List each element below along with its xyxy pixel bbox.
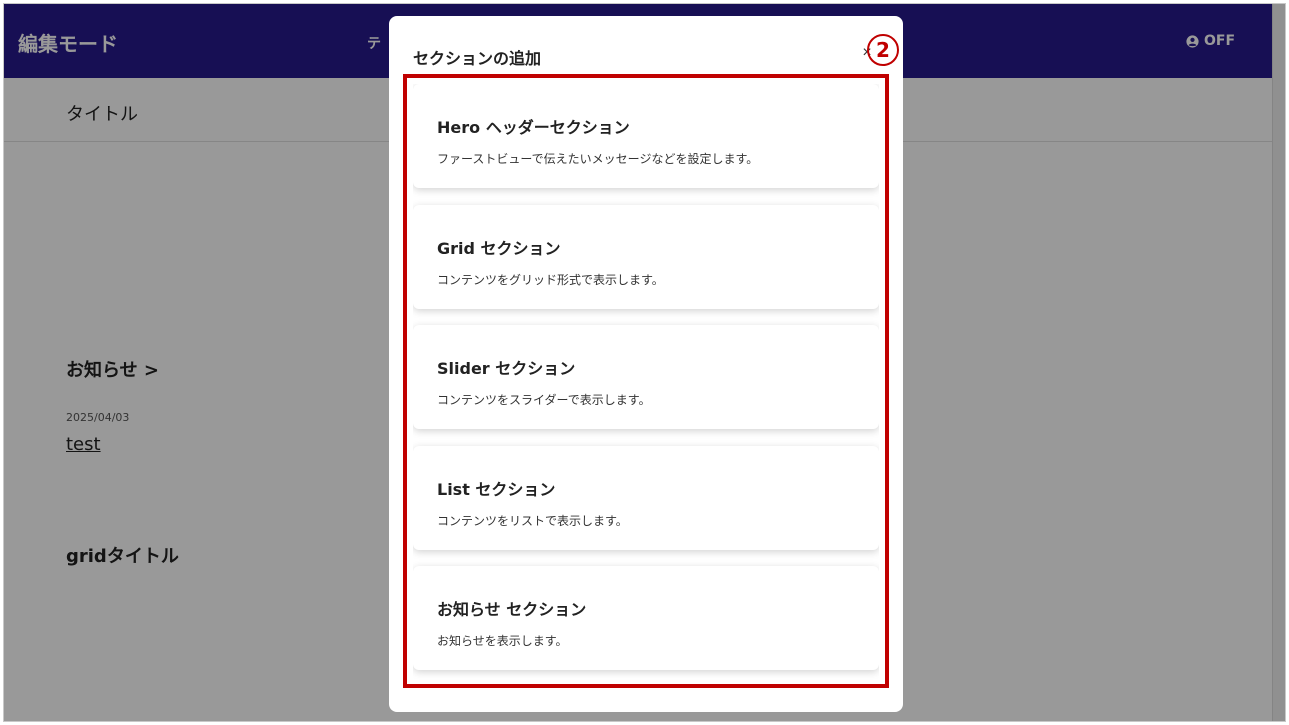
section-option-hero[interactable]: Hero ヘッダーセクション ファーストビューで伝えたいメッセージなどを設定しま…	[413, 84, 879, 188]
step-marker-annotation: 2	[867, 34, 899, 66]
section-option-news[interactable]: お知らせ セクション お知らせを表示します。	[413, 566, 879, 670]
section-option-desc: コンテンツをグリッド形式で表示します。	[437, 273, 664, 287]
browser-viewport: 編集モード テ 定 OFF タイトル お知らせ > 2025/04/03 tes…	[3, 3, 1286, 722]
section-option-desc: ファーストビューで伝えたいメッセージなどを設定します。	[437, 152, 759, 166]
section-option-title: Hero ヘッダーセクション	[437, 118, 630, 137]
section-option-title: List セクション	[437, 480, 556, 499]
section-option-title: お知らせ セクション	[437, 600, 587, 619]
section-option-title: Slider セクション	[437, 359, 576, 378]
section-option-slider[interactable]: Slider セクション コンテンツをスライダーで表示します。	[413, 325, 879, 429]
section-option-list[interactable]: List セクション コンテンツをリストで表示します。	[413, 446, 879, 550]
section-option-desc: コンテンツをスライダーで表示します。	[437, 393, 651, 407]
add-section-modal: セクションの追加 × 2 Hero ヘッダーセクション ファーストビューで伝えた…	[389, 16, 903, 712]
section-option-desc: お知らせを表示します。	[437, 634, 568, 648]
section-option-grid[interactable]: Grid セクション コンテンツをグリッド形式で表示します。	[413, 205, 879, 309]
section-list: Hero ヘッダーセクション ファーストビューで伝えたいメッセージなどを設定しま…	[413, 84, 879, 688]
section-option-desc: コンテンツをリストで表示します。	[437, 514, 628, 528]
modal-title: セクションの追加	[413, 49, 542, 68]
section-option-title: Grid セクション	[437, 239, 561, 258]
